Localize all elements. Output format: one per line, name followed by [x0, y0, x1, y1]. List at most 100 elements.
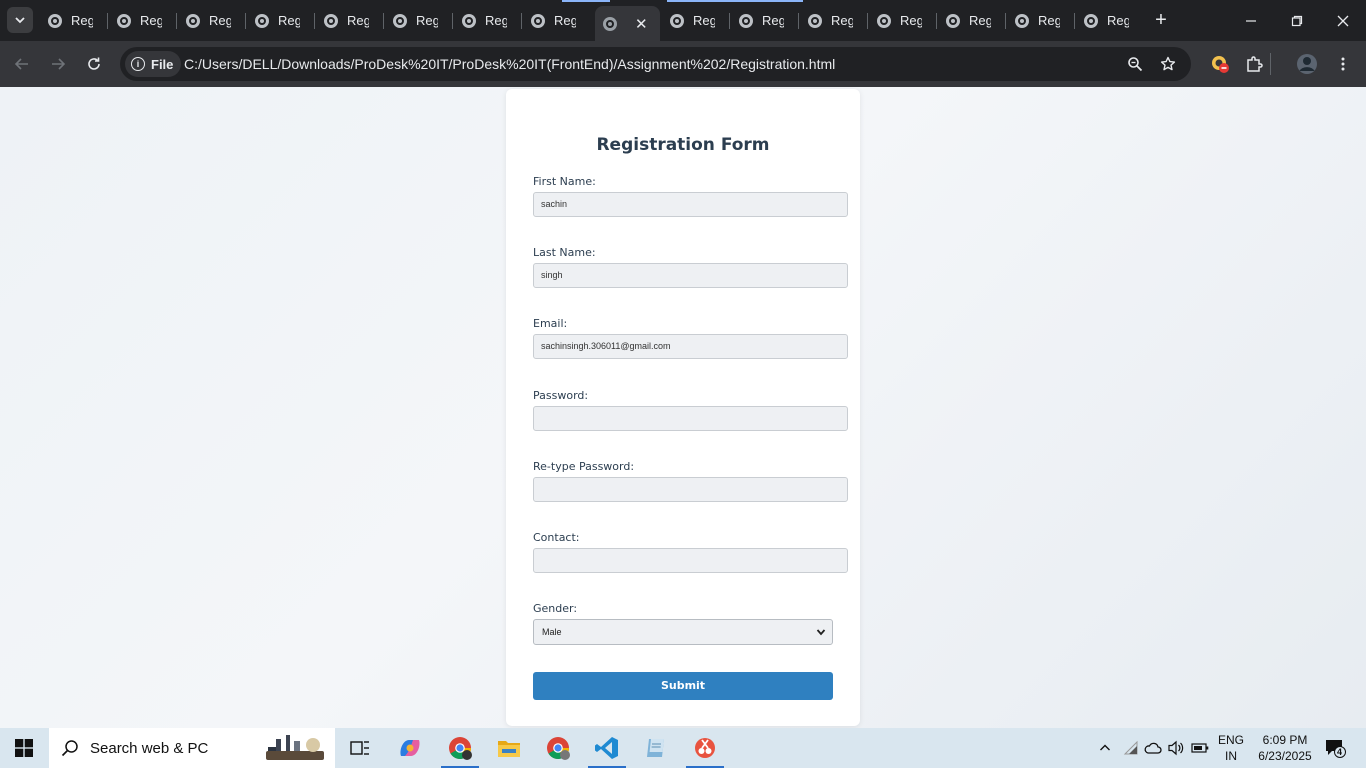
site-info-chip[interactable]: i File — [125, 51, 182, 77]
close-tab-icon[interactable]: ✕ — [635, 15, 648, 33]
tab-loading-indicator — [667, 0, 803, 2]
star-icon — [1160, 56, 1176, 71]
copilot-button[interactable] — [387, 728, 433, 768]
gender-select[interactable]: Male — [533, 619, 833, 645]
browser-tab[interactable]: Regi — [523, 6, 591, 35]
menu-button[interactable] — [1331, 52, 1355, 76]
globe-icon — [117, 13, 131, 28]
profile-avatar[interactable] — [1295, 52, 1319, 76]
browser-tab[interactable]: Regi — [385, 6, 453, 35]
system-clock[interactable]: 6:09 PM 6/23/2025 — [1254, 732, 1316, 764]
extension-button[interactable] — [1208, 52, 1232, 76]
folder-icon — [498, 741, 520, 757]
globe-icon — [946, 13, 960, 28]
network-button[interactable] — [1120, 728, 1142, 768]
search-placeholder: Search web & PC — [90, 739, 209, 757]
taskbar-chrome-profile-app[interactable] — [535, 728, 581, 768]
first-name-input[interactable]: sachin — [533, 192, 848, 217]
globe-icon — [393, 13, 407, 28]
windows-taskbar: Search web & PC ENG IN 6:09 PM 6/23/2025… — [0, 728, 1366, 768]
browser-tab[interactable]: Regi — [1007, 6, 1075, 35]
globe-icon — [48, 13, 62, 28]
browser-tab[interactable]: Regi — [731, 6, 799, 35]
tab-separator — [245, 13, 246, 29]
minimize-button[interactable] — [1228, 0, 1274, 41]
password-input[interactable] — [533, 406, 848, 431]
start-button[interactable] — [0, 728, 48, 768]
browser-tab[interactable]: Regi — [178, 6, 246, 35]
restore-button[interactable] — [1274, 0, 1320, 41]
snipping-tool-button[interactable] — [682, 728, 728, 768]
tab-separator — [383, 13, 384, 29]
notepad-icon — [647, 739, 664, 757]
windows-logo-icon — [15, 739, 33, 757]
globe-icon — [255, 13, 269, 28]
browser-tab[interactable]: Regi — [40, 6, 108, 35]
browser-tab[interactable]: Regi — [109, 6, 177, 35]
back-button[interactable] — [8, 50, 36, 78]
tab-title: Regi — [347, 13, 369, 28]
browser-tab[interactable]: Regi — [869, 6, 937, 35]
globe-icon — [739, 13, 753, 28]
browser-tab[interactable]: Regi — [247, 6, 315, 35]
browser-tab[interactable]: Regi — [662, 6, 730, 35]
globe-icon — [808, 13, 822, 28]
volume-button[interactable] — [1165, 728, 1187, 768]
close-window-button[interactable] — [1320, 0, 1366, 41]
vscode-icon — [595, 737, 618, 759]
battery-button[interactable] — [1189, 728, 1211, 768]
browser-tab[interactable]: Regi — [316, 6, 384, 35]
file-explorer-button[interactable] — [486, 728, 532, 768]
notification-count-badge: 4 — [1337, 747, 1343, 757]
last-name-input[interactable]: singh — [533, 263, 848, 288]
tab-separator — [798, 13, 799, 29]
tab-title: Regi — [278, 13, 300, 28]
zoom-button[interactable] — [1125, 54, 1145, 74]
email-label: Email: — [533, 317, 568, 330]
info-icon: i — [131, 57, 145, 71]
input-language-indicator[interactable]: ENG IN — [1216, 732, 1246, 764]
tab-separator — [867, 13, 868, 29]
notification-center-button[interactable]: 4 — [1322, 728, 1348, 768]
minimize-icon — [1246, 19, 1256, 22]
email-input[interactable]: sachinsingh.306011@gmail.com — [533, 334, 848, 359]
onedrive-button[interactable] — [1142, 728, 1164, 768]
chrome-profile-icon — [547, 737, 570, 760]
new-tab-button[interactable]: + — [1150, 9, 1172, 31]
extensions-button[interactable] — [1242, 52, 1266, 76]
site-info-label: File — [151, 56, 174, 72]
arrow-right-icon — [52, 58, 66, 70]
tab-title: Regi — [762, 13, 784, 28]
url-text[interactable]: C:/Users/DELL/Downloads/ProDesk%20IT/Pro… — [184, 56, 835, 72]
extension-badge-icon — [1212, 56, 1229, 73]
bookmark-button[interactable] — [1158, 54, 1178, 74]
tab-search-button[interactable] — [7, 7, 33, 33]
browser-tab[interactable]: Regi — [454, 6, 522, 35]
taskbar-search-box[interactable]: Search web & PC — [49, 728, 335, 768]
contact-input[interactable] — [533, 548, 848, 573]
tab-separator — [936, 13, 937, 29]
notepad-button[interactable] — [633, 728, 679, 768]
puzzle-icon — [1247, 56, 1263, 72]
submit-button[interactable]: Submit — [533, 672, 833, 700]
retype-password-input[interactable] — [533, 477, 848, 502]
forward-button[interactable] — [44, 50, 72, 78]
reload-button[interactable] — [80, 50, 108, 78]
show-hidden-icons-button[interactable] — [1094, 728, 1116, 768]
vscode-button[interactable] — [584, 728, 630, 768]
globe-icon — [670, 13, 684, 28]
contact-label: Contact: — [533, 531, 580, 544]
globe-icon — [531, 13, 545, 28]
task-view-button[interactable] — [337, 728, 383, 768]
browser-tab[interactable]: Regi — [800, 6, 868, 35]
tab-title: Regi — [900, 13, 922, 28]
language-code: ENG — [1217, 733, 1244, 747]
tab-title: Regi — [554, 13, 576, 28]
taskbar-chrome-app[interactable] — [437, 728, 483, 768]
browser-tab-active[interactable]: ✕ — [595, 6, 660, 41]
browser-tab[interactable]: Regi — [938, 6, 1006, 35]
tab-title: Regi — [969, 13, 991, 28]
browser-tab[interactable]: Regi — [1076, 6, 1144, 35]
tab-title: Regi — [485, 13, 507, 28]
address-bar[interactable]: i File C:/Users/DELL/Downloads/ProDesk%2… — [120, 47, 1191, 81]
